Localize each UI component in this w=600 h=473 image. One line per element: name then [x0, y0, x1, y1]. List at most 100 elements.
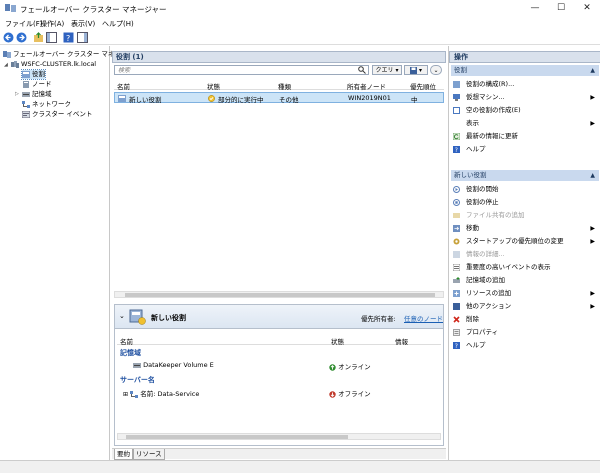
action-label: 最新の情報に更新	[466, 132, 518, 140]
column-header[interactable]: 名前	[120, 336, 133, 346]
horizontal-scrollbar[interactable]	[114, 291, 444, 298]
details-title: 新しい役割	[151, 314, 186, 322]
role-type: その他	[279, 96, 299, 104]
action-label: 重要度の高いイベントの表示	[466, 263, 551, 271]
table-row[interactable]: 新しい役割 部分的に実行中 その他 WIN2019N01 中	[114, 92, 444, 104]
forward-arrow-icon[interactable]	[16, 32, 27, 43]
action-move[interactable]: 移動 ▶	[453, 222, 597, 235]
action-label: ヘルプ	[466, 145, 486, 153]
scrollbar-thumb[interactable]	[125, 293, 435, 297]
action-more-actions[interactable]: 他のアクション ▶	[453, 300, 597, 313]
tab-resources[interactable]: リソース	[133, 449, 165, 460]
action-create-empty-role[interactable]: 空の役割の作成(E)	[453, 104, 597, 117]
up-folder-icon[interactable]	[33, 32, 44, 43]
resource-row[interactable]: ⊞ 名前: Data-Service	[123, 388, 199, 398]
menu-action[interactable]: 操作(A)	[40, 19, 64, 29]
tree-item-label: 役割	[32, 70, 45, 78]
action-label: 削除	[466, 315, 479, 323]
query-label: クエリ	[375, 67, 394, 74]
section-label: 新しい役割	[454, 171, 487, 179]
menu-help[interactable]: ヘルプ(H)	[102, 19, 134, 29]
save-icon	[410, 67, 418, 74]
details-horizontal-scrollbar[interactable]	[117, 433, 441, 440]
column-header[interactable]: 所有者ノード	[347, 81, 386, 91]
role-priority: 中	[411, 96, 418, 104]
action-add-resource[interactable]: リソースの追加 ▶	[453, 287, 597, 300]
actions-section-roles[interactable]: 役割 ▲	[451, 65, 599, 76]
action-virtual-machines[interactable]: 仮想マシン... ▶	[453, 91, 597, 104]
save-query-button[interactable]: ▾	[404, 65, 428, 75]
tree-item-nodes[interactable]: ノード	[22, 80, 52, 89]
expand-plus-icon[interactable]: ⊞	[123, 391, 128, 398]
collapse-up-icon[interactable]: ▲	[590, 65, 595, 76]
role-large-icon	[129, 309, 146, 325]
disk-icon	[133, 362, 141, 368]
tree-item-storage[interactable]: 記憶域	[22, 90, 52, 99]
collapse-up-icon[interactable]: ▲	[590, 170, 595, 181]
resource-row[interactable]: DataKeeper Volume E	[133, 361, 214, 369]
search-icon[interactable]	[358, 66, 366, 74]
info-details-icon	[453, 251, 460, 258]
tree-item-label: ノード	[32, 80, 52, 88]
action-help[interactable]: ? ヘルプ	[453, 143, 597, 156]
resource-name: DataKeeper Volume E	[143, 361, 214, 369]
resource-status-label: オフライン	[338, 390, 371, 398]
action-delete[interactable]: 削除	[453, 313, 597, 326]
minimize-button[interactable]: —	[522, 0, 548, 17]
menu-view[interactable]: 表示(V)	[71, 19, 95, 29]
submenu-arrow-icon: ▶	[590, 238, 595, 245]
help-icon[interactable]: ?	[63, 32, 74, 43]
cluster-manager-icon	[5, 4, 16, 12]
action-configure-role[interactable]: 役割の構成(R)...	[453, 78, 597, 91]
action-properties[interactable]: プロパティ	[453, 326, 597, 339]
add-storage-icon	[453, 277, 460, 283]
column-header[interactable]: 状態	[207, 81, 220, 91]
show-hide-tree-icon[interactable]	[46, 32, 57, 43]
role-status: 部分的に実行中	[218, 96, 264, 104]
tab-summary[interactable]: 要約	[114, 449, 133, 460]
action-refresh[interactable]: 最新の情報に更新	[453, 130, 597, 143]
collapse-chevron-icon[interactable]: ⌄	[119, 312, 125, 320]
expand-query-button[interactable]: ⌄	[430, 65, 442, 75]
column-header[interactable]: 情報	[395, 336, 408, 346]
back-arrow-icon[interactable]	[3, 32, 14, 43]
show-hide-action-pane-icon[interactable]	[77, 32, 88, 43]
chevron-down-icon: ⌄	[433, 67, 439, 74]
close-button[interactable]: ✕	[574, 0, 600, 17]
tree-cluster-label: WSFC-CLUSTER.lk.local	[21, 60, 97, 68]
action-view[interactable]: 表示 ▶	[453, 117, 597, 130]
scrollbar-thumb[interactable]	[126, 435, 348, 439]
action-start-role[interactable]: 役割の開始	[453, 183, 597, 196]
query-button[interactable]: クエリ ▾	[372, 65, 402, 75]
column-header[interactable]: 種類	[278, 81, 291, 91]
maximize-button[interactable]: ☐	[548, 0, 574, 17]
submenu-arrow-icon: ▶	[590, 303, 595, 310]
action-show-critical-events[interactable]: 重要度の高いイベントの表示	[453, 261, 597, 274]
submenu-arrow-icon: ▶	[590, 290, 595, 297]
column-header[interactable]: 名前	[117, 81, 130, 91]
column-header[interactable]: 優先順位	[410, 81, 436, 91]
tree-item-networks[interactable]: ネットワーク	[22, 100, 71, 109]
action-stop-role[interactable]: 役割の停止	[453, 196, 597, 209]
collapse-arrow-icon[interactable]: ◢	[4, 62, 8, 68]
action-add-storage[interactable]: 記憶域の追加	[453, 274, 597, 287]
tree-item-cluster-events[interactable]: クラスター イベント	[22, 110, 92, 119]
resource-status-label: オンライン	[338, 363, 371, 371]
action-label: 仮想マシン...	[466, 93, 505, 101]
action-change-startup-priority[interactable]: スタートアップの優先順位の変更 ▶	[453, 235, 597, 248]
action-add-file-share[interactable]: ファイル共有の追加	[453, 209, 597, 222]
action-label: 役割の停止	[466, 198, 499, 206]
resource-group-server-name: サーバー名	[120, 376, 155, 384]
expand-arrow-icon[interactable]: ▷	[15, 91, 19, 97]
action-label: リソースの追加	[466, 289, 512, 297]
actions-section-new-role[interactable]: 新しい役割 ▲	[451, 170, 599, 181]
tree-cluster[interactable]: WSFC-CLUSTER.lk.local	[11, 60, 96, 69]
search-input[interactable]: 検索	[114, 65, 369, 75]
menu-bar: ファイル(F) 操作(A) 表示(V) ヘルプ(H)	[0, 17, 600, 30]
menu-file[interactable]: ファイル(F)	[5, 19, 43, 29]
action-info-details[interactable]: 情報の詳細...	[453, 248, 597, 261]
column-header[interactable]: 状態	[331, 336, 344, 346]
tree-item-roles[interactable]: 役割	[21, 69, 46, 80]
preferred-owner-link[interactable]: 任意のノード	[404, 313, 443, 323]
action-help-2[interactable]: ? ヘルプ	[453, 339, 597, 352]
